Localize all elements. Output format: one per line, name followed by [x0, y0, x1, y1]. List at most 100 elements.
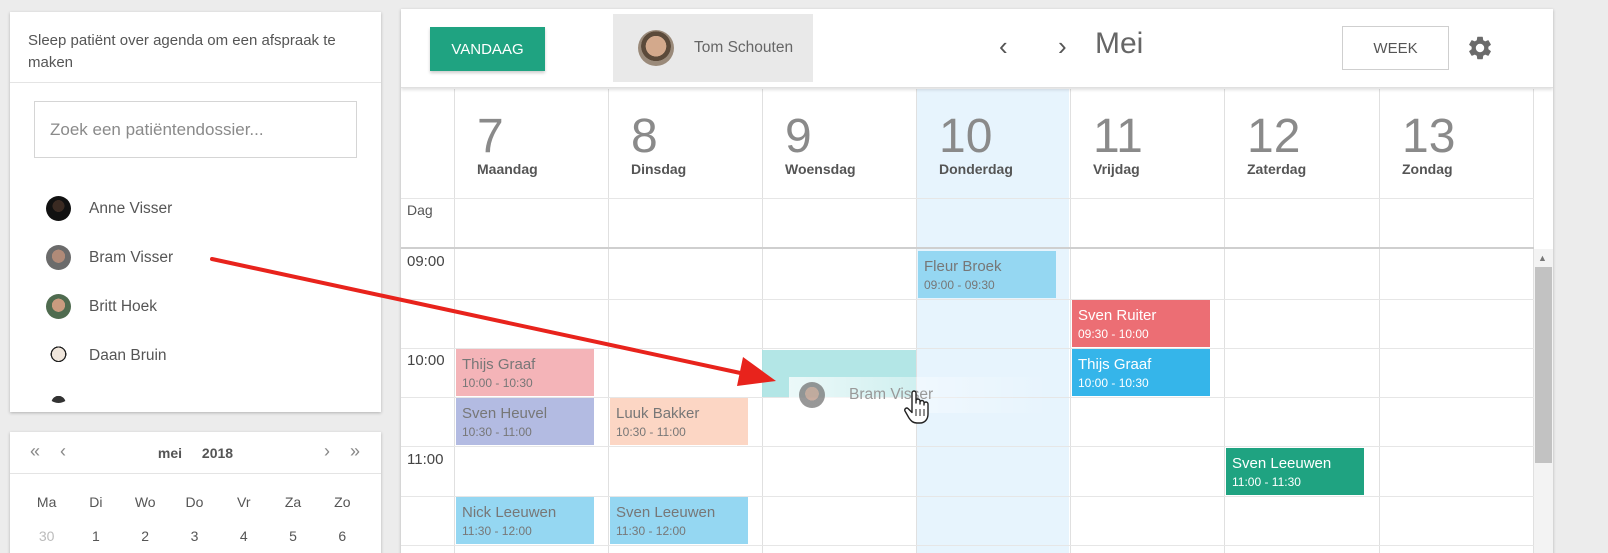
day-name: Maandag: [477, 161, 538, 177]
grid-line: [401, 545, 1534, 546]
drop-target-slot[interactable]: [762, 350, 916, 397]
mini-day[interactable]: 1: [71, 528, 120, 544]
day-header-tuesday[interactable]: 8 Dinsdag: [608, 89, 762, 199]
last-month-button[interactable]: »: [350, 441, 360, 462]
mini-day[interactable]: 6: [318, 528, 367, 544]
calendar-grid[interactable]: 7 Maandag 8 Dinsdag 9 Woensdag 10 Donder…: [401, 89, 1553, 553]
month-label: Mei: [1095, 27, 1144, 60]
day-header-thursday[interactable]: 10 Donderdag: [916, 89, 1070, 199]
appointment[interactable]: Thijs Graaf 10:00 - 10:30: [456, 349, 594, 396]
day-number: 13: [1402, 110, 1456, 163]
day-name: Donderdag: [939, 161, 1013, 177]
appointment[interactable]: Nick Leeuwen 11:30 - 12:00: [456, 497, 594, 544]
mini-calendar-header: « ‹ mei 2018 › »: [10, 432, 381, 474]
next-week-button[interactable]: ›: [1058, 31, 1067, 62]
prev-month-button[interactable]: ‹: [60, 441, 66, 462]
next-month-button[interactable]: ›: [324, 441, 330, 462]
appointment-time: 10:30 - 11:00: [616, 425, 686, 439]
weekday-label: Di: [89, 494, 103, 510]
patient-item-bram-visser[interactable]: Bram Visser: [46, 233, 366, 282]
weekday-label: Za: [284, 494, 302, 510]
weekday-label: Do: [185, 494, 204, 510]
weekday-label: Wo: [134, 494, 156, 510]
time-label: 10:00: [407, 352, 445, 369]
patient-name: Bram Visser: [89, 248, 174, 266]
appointment-title: Luuk Bakker: [616, 405, 700, 422]
appointment[interactable]: Sven Leeuwen 11:30 - 12:00: [610, 497, 748, 544]
appointment-time: 09:30 - 10:00: [1078, 327, 1149, 341]
patient-search-input[interactable]: [34, 101, 357, 158]
prev-week-button[interactable]: ‹: [999, 31, 1008, 62]
appointment-title: Sven Ruiter: [1078, 307, 1157, 324]
patient-name: Daan Bruin: [89, 346, 167, 364]
mini-day[interactable]: 5: [268, 528, 317, 544]
week-view-button[interactable]: WEEK: [1342, 26, 1449, 70]
appointment-title: Thijs Graaf: [1078, 356, 1152, 373]
appointment-title: Sven Leeuwen: [616, 504, 716, 521]
hand-cursor-icon: [904, 390, 929, 424]
first-month-button[interactable]: «: [30, 441, 40, 462]
time-label: 09:00: [407, 253, 445, 270]
grid-line: [401, 299, 1534, 300]
weekday-label: Ma: [36, 494, 57, 510]
avatar: [46, 377, 71, 403]
day-name: Zaterdag: [1247, 161, 1307, 177]
day-header-sunday[interactable]: 13 Zondag: [1379, 89, 1533, 199]
patient-name: Anne Visser: [89, 199, 173, 217]
mini-calendar: « ‹ mei 2018 › » Ma Di Wo Do Vr Za Zo 30…: [10, 432, 381, 553]
day-name: Woensdag: [785, 161, 856, 177]
appointment[interactable]: Sven Leeuwen 11:00 - 11:30: [1226, 448, 1364, 495]
day-header-wednesday[interactable]: 9 Woensdag: [762, 89, 916, 199]
patient-item-partial[interactable]: [46, 377, 366, 403]
patient-item-anne-visser[interactable]: Anne Visser: [46, 184, 366, 233]
patient-item-daan-bruin[interactable]: Daan Bruin: [46, 331, 366, 380]
day-header-monday[interactable]: 7 Maandag: [454, 89, 608, 199]
mini-day[interactable]: 2: [121, 528, 170, 544]
scrollbar-thumb[interactable]: [1535, 267, 1552, 463]
appointment-title: Fleur Broek: [924, 258, 1002, 275]
time-label: 11:00: [407, 451, 444, 468]
appointment-time: 10:30 - 11:00: [462, 425, 532, 439]
weekday-label: Zo: [334, 494, 351, 510]
appointment[interactable]: Thijs Graaf 10:00 - 10:30: [1072, 349, 1210, 396]
scroll-up-arrow[interactable]: ▲: [1538, 253, 1547, 263]
appointment[interactable]: Fleur Broek 09:00 - 09:30: [918, 251, 1056, 298]
appointment-title: Nick Leeuwen: [462, 504, 557, 521]
weekday-label: Vr: [237, 494, 251, 510]
day-number: 10: [939, 110, 993, 163]
appointment-title: Sven Leeuwen: [1232, 455, 1332, 472]
drag-instruction: Sleep patiënt over agenda om een afspraa…: [10, 12, 381, 83]
today-button[interactable]: VANDAAG: [430, 27, 545, 71]
patient-name: Britt Hoek: [89, 297, 158, 315]
patient-panel: Sleep patiënt over agenda om een afspraa…: [10, 12, 381, 412]
mini-calendar-days: 30 1 2 3 4 5 6: [22, 528, 367, 544]
gear-icon[interactable]: [1466, 34, 1494, 62]
avatar: [46, 245, 71, 270]
week-calendar: VANDAAG Tom Schouten ‹ › Mei WEEK 7 Maan…: [401, 9, 1553, 553]
doctor-selector[interactable]: Tom Schouten: [613, 14, 813, 82]
appointment[interactable]: Sven Heuvel 10:30 - 11:00: [456, 398, 594, 445]
day-number: 8: [631, 110, 658, 163]
mini-calendar-year: 2018: [201, 444, 234, 461]
mini-day[interactable]: 3: [170, 528, 219, 544]
grid-line: [401, 446, 1534, 447]
day-name: Zondag: [1402, 161, 1453, 177]
avatar: [46, 343, 71, 368]
day-name: Vrijdag: [1093, 161, 1140, 177]
day-number: 9: [785, 110, 812, 163]
day-header-friday[interactable]: 11 Vrijdag: [1070, 89, 1224, 199]
doctor-name: Tom Schouten: [694, 39, 794, 56]
appointment[interactable]: Sven Ruiter 09:30 - 10:00: [1072, 300, 1210, 347]
appointment[interactable]: Luuk Bakker 10:30 - 11:00: [610, 398, 748, 445]
mini-day[interactable]: 4: [219, 528, 268, 544]
calendar-toolbar: VANDAAG Tom Schouten ‹ › Mei WEEK: [401, 9, 1553, 88]
weekday-header: Ma Di Wo Do Vr Za Zo: [22, 494, 367, 510]
patient-list: Anne Visser Bram Visser Britt Hoek Daan …: [46, 184, 366, 403]
all-day-label: Dag: [407, 202, 433, 218]
appointment-time: 09:00 - 09:30: [924, 278, 995, 292]
patient-item-britt-hoek[interactable]: Britt Hoek: [46, 282, 366, 331]
appointment-time: 10:00 - 10:30: [1078, 376, 1149, 390]
mini-day[interactable]: 30: [22, 528, 71, 544]
day-header-saturday[interactable]: 12 Zaterdag: [1224, 89, 1378, 199]
appointment-time: 11:30 - 12:00: [462, 524, 532, 538]
